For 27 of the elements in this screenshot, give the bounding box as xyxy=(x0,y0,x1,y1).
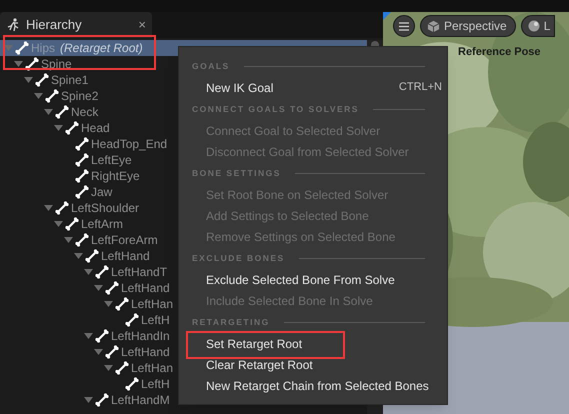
bone-name: Spine xyxy=(41,56,72,73)
bone-name: LeftShoulder xyxy=(71,200,140,217)
bone-name: Spine2 xyxy=(61,88,98,105)
shortcut-label: CTRL+N xyxy=(398,80,442,96)
bone-name: LeftHan xyxy=(131,296,174,313)
bone-name: Spine1 xyxy=(51,72,88,89)
bone-name: LeftHand xyxy=(101,248,150,265)
bone-name: LeftForeArm xyxy=(91,232,158,249)
tab-title: Hierarchy xyxy=(26,16,83,34)
bone-name: LeftHand xyxy=(121,280,170,297)
bone-name: Jaw xyxy=(91,184,112,201)
bone-name: LeftArm xyxy=(81,216,124,233)
bone-name: LeftH xyxy=(141,312,170,329)
bone-name: LeftHand xyxy=(121,344,170,361)
bone-name: LeftHandM xyxy=(111,392,170,409)
retarget-root-label: (Retarget Root) xyxy=(60,40,143,57)
bone-name: Head xyxy=(81,120,110,137)
bone-name: Hips xyxy=(31,40,56,57)
bone-name: LeftEye xyxy=(91,152,132,169)
viewport-status-text: Reference Pose xyxy=(458,46,541,58)
bone-name: LeftHan xyxy=(131,360,174,377)
bone-name: LeftHandT xyxy=(111,264,168,281)
bone-name: HeadTop_End xyxy=(91,136,168,153)
bone-name: LeftHandIn xyxy=(111,328,170,345)
bone-name: Neck xyxy=(71,104,98,121)
bone-name: LeftH xyxy=(141,376,170,393)
bone-name: RightEye xyxy=(91,168,140,185)
